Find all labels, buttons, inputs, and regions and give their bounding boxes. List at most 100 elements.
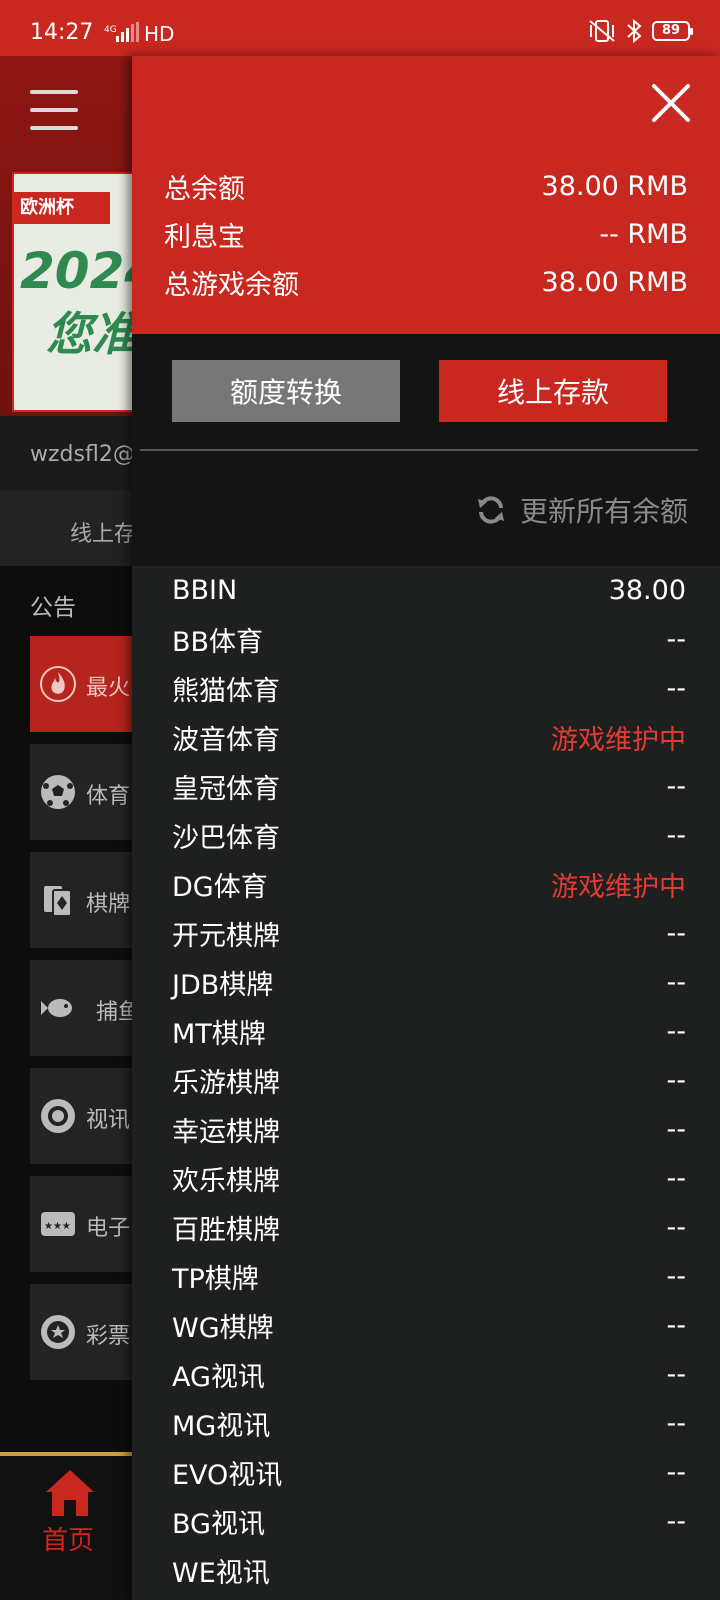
game-balance: -- bbox=[666, 1163, 687, 1194]
game-name: 沙巴体育 bbox=[172, 823, 280, 854]
game-balance-row[interactable]: TP棋牌 -- bbox=[132, 1252, 720, 1301]
game-balance: -- bbox=[666, 1359, 687, 1390]
lottery-icon bbox=[41, 1315, 75, 1349]
category-label: 棋牌 bbox=[86, 892, 131, 917]
game-name: MG视讯 bbox=[172, 1411, 271, 1442]
game-name: TP棋牌 bbox=[172, 1264, 259, 1295]
game-balance-row[interactable]: 熊猫体育 -- bbox=[132, 664, 720, 713]
nav-home-label[interactable]: 首页 bbox=[42, 1520, 94, 1557]
game-name: BBIN bbox=[172, 575, 238, 606]
refresh-icon bbox=[477, 496, 504, 524]
game-balance-row[interactable]: BBIN 38.00 bbox=[132, 566, 720, 615]
soccer-ball-icon bbox=[41, 775, 75, 809]
game-balance-row[interactable]: 开元棋牌 -- bbox=[132, 909, 720, 958]
game-balance-row[interactable]: 欢乐棋牌 -- bbox=[132, 1154, 720, 1203]
maintenance-status: 游戏维护中 bbox=[551, 872, 686, 903]
game-balance: -- bbox=[666, 1506, 687, 1537]
game-balance-row[interactable]: 幸运棋牌 -- bbox=[132, 1105, 720, 1154]
refresh-balances-button[interactable]: 更新所有余额 bbox=[476, 490, 688, 530]
close-icon[interactable] bbox=[650, 82, 692, 124]
game-balance: -- bbox=[666, 1016, 687, 1047]
game-name: JDB棋牌 bbox=[172, 970, 274, 1001]
game-balance-row[interactable]: 波音体育 游戏维护中 bbox=[132, 713, 720, 762]
flame-icon bbox=[40, 666, 76, 702]
promo-banner[interactable]: 欧洲杯 2024 您准 bbox=[12, 172, 142, 412]
banner-year: 2024 bbox=[20, 242, 140, 300]
home-icon[interactable] bbox=[44, 1468, 96, 1518]
bluetooth-icon bbox=[627, 19, 642, 43]
game-balance: -- bbox=[666, 673, 687, 704]
game-balance-row[interactable]: MT棋牌 -- bbox=[132, 1007, 720, 1056]
game-name: EVO视讯 bbox=[172, 1460, 283, 1491]
game-balance-row[interactable]: 沙巴体育 -- bbox=[132, 811, 720, 860]
game-balance: -- bbox=[666, 1310, 687, 1341]
transfer-button[interactable]: 额度转换 bbox=[172, 360, 400, 422]
game-balance: -- bbox=[666, 1261, 687, 1292]
game-balance: -- bbox=[666, 1212, 687, 1243]
hamburger-menu-icon[interactable] bbox=[30, 90, 78, 130]
balance-value: -- RMB bbox=[599, 218, 688, 250]
category-label: 最火 bbox=[86, 676, 131, 701]
banner-text: 您准 bbox=[46, 307, 138, 361]
game-name: MT棋牌 bbox=[172, 1019, 266, 1050]
game-balance: 38.00 bbox=[608, 575, 686, 606]
game-balance: -- bbox=[666, 771, 687, 802]
game-name: 熊猫体育 bbox=[172, 676, 280, 707]
balance-value: 38.00 RMB bbox=[541, 266, 688, 298]
game-name: 百胜棋牌 bbox=[172, 1215, 280, 1246]
game-balance: -- bbox=[666, 820, 687, 851]
balance-label: 总余额 bbox=[164, 173, 245, 205]
balance-summary: 总余额 38.00 RMB 利息宝 -- RMB 总游戏余额 38.00 RMB bbox=[132, 56, 720, 334]
game-balance-row[interactable]: BG视讯 -- bbox=[132, 1497, 720, 1546]
category-label: 电子 bbox=[86, 1216, 131, 1241]
game-balance-row[interactable]: 乐游棋牌 -- bbox=[132, 1056, 720, 1105]
game-balance: -- bbox=[666, 918, 687, 949]
game-balance: -- bbox=[666, 1408, 687, 1439]
game-balance-row[interactable]: JDB棋牌 -- bbox=[132, 958, 720, 1007]
svg-text:4G: 4G bbox=[104, 25, 117, 35]
hd-label: HD bbox=[144, 22, 175, 46]
game-balance-list: BBIN 38.00 BB体育 -- 熊猫体育 -- 波音体育 游戏维护中 皇冠体育 -- 沙巴体育… bbox=[132, 566, 720, 1595]
balance-label: 总游戏余额 bbox=[164, 269, 299, 301]
refresh-label: 更新所有余额 bbox=[519, 495, 688, 528]
tab-deposit[interactable]: 线上存 bbox=[70, 516, 136, 548]
game-name: 波音体育 bbox=[172, 725, 280, 756]
game-name: BG视讯 bbox=[172, 1509, 265, 1540]
game-balance-row[interactable]: 皇冠体育 -- bbox=[132, 762, 720, 811]
status-bar: 14:27 4G HD 89 bbox=[0, 0, 720, 56]
game-balance: -- bbox=[666, 1114, 687, 1145]
battery-icon: 89 bbox=[652, 21, 693, 41]
game-balance-row[interactable]: MG视讯 -- bbox=[132, 1399, 720, 1448]
maintenance-status: 游戏维护中 bbox=[551, 725, 686, 756]
vibrate-icon bbox=[589, 20, 615, 42]
game-balance: -- bbox=[666, 624, 687, 655]
game-balance: -- bbox=[666, 967, 687, 998]
game-name: WE视讯 bbox=[172, 1558, 270, 1589]
game-balance-row[interactable]: 百胜棋牌 -- bbox=[132, 1203, 720, 1252]
game-balance-row[interactable]: AG视讯 -- bbox=[132, 1350, 720, 1399]
category-label: 彩票 bbox=[86, 1324, 131, 1349]
category-label: 体育 bbox=[86, 784, 131, 809]
game-balance-row[interactable]: BB体育 -- bbox=[132, 615, 720, 664]
game-name: BB体育 bbox=[172, 627, 264, 658]
divider bbox=[140, 449, 698, 451]
status-time: 14:27 bbox=[30, 20, 94, 45]
username: wzdsfl2@ bbox=[30, 442, 135, 467]
balance-row-game-total: 总游戏余额 38.00 RMB bbox=[164, 262, 688, 302]
game-name: 皇冠体育 bbox=[172, 774, 280, 805]
game-name: 欢乐棋牌 bbox=[172, 1166, 280, 1197]
category-label: 视讯 bbox=[86, 1108, 131, 1133]
game-balance: -- bbox=[666, 1065, 687, 1096]
game-name: WG棋牌 bbox=[172, 1313, 274, 1344]
deposit-button[interactable]: 线上存款 bbox=[439, 360, 667, 422]
game-balance-row[interactable]: EVO视讯 -- bbox=[132, 1448, 720, 1497]
game-name: 开元棋牌 bbox=[172, 921, 280, 952]
game-balance-row[interactable]: WG棋牌 -- bbox=[132, 1301, 720, 1350]
game-balance-row[interactable]: DG体育 游戏维护中 bbox=[132, 860, 720, 909]
cards-icon bbox=[44, 886, 72, 917]
game-balance: -- bbox=[666, 1457, 687, 1488]
balance-row-interest: 利息宝 -- RMB bbox=[164, 214, 688, 254]
balance-row-total: 总余额 38.00 RMB bbox=[164, 166, 688, 206]
banner-ribbon: 欧洲杯 bbox=[14, 192, 110, 224]
game-balance-row[interactable]: WE视讯 bbox=[132, 1546, 720, 1595]
